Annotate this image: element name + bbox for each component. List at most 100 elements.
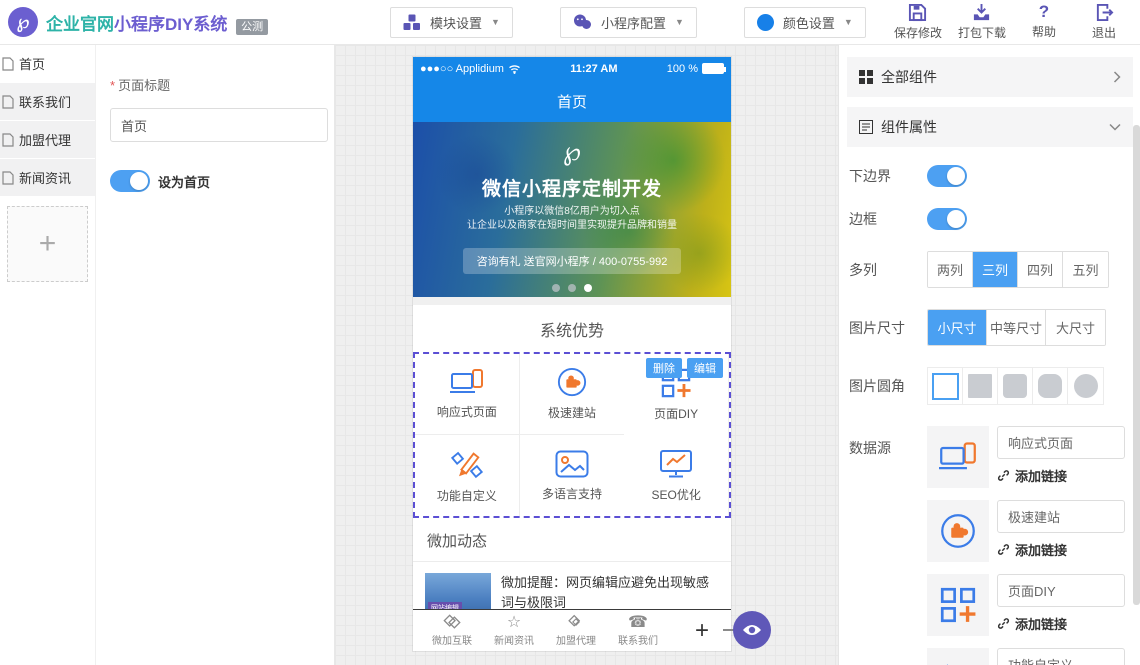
banner-subtitle-line2: 让企业以及商家在短时间里实现提升品牌和销量 <box>413 219 731 233</box>
columns-option-4[interactable]: 四列 <box>1018 252 1063 287</box>
all-components-header[interactable]: 全部组件 <box>847 57 1133 97</box>
advantage-grid-selected[interactable]: 删除 编辑 响应式页面 <box>413 352 731 518</box>
tab-weijia[interactable]: 微加互联 <box>421 614 483 647</box>
clock-label: 11:27 AM <box>570 63 617 75</box>
add-page-button[interactable]: + <box>7 206 88 282</box>
carousel-dot[interactable] <box>552 284 560 292</box>
pencil-icon <box>939 660 977 665</box>
columns-label: 多列 <box>849 260 927 280</box>
data-source-item: 添加链接 <box>927 648 1125 665</box>
columns-option-2[interactable]: 两列 <box>928 252 973 287</box>
carousel-dot-active[interactable] <box>584 284 592 292</box>
exit-button[interactable]: 退出 <box>1082 3 1126 41</box>
radius-option-none[interactable] <box>963 368 998 404</box>
tab-label: 加盟代理 <box>556 632 596 647</box>
section-gap <box>413 297 731 305</box>
selection-actions: 删除 编辑 <box>646 358 723 378</box>
set-home-toggle[interactable] <box>110 170 150 192</box>
image-radius-options <box>927 367 1104 405</box>
app-logo-icon: ℘ <box>8 7 38 37</box>
edit-component-button[interactable]: 编辑 <box>687 358 723 378</box>
bottom-border-label: 下边界 <box>849 166 927 186</box>
data-source-thumb[interactable] <box>927 574 989 636</box>
phone-nav-title: 首页 <box>557 91 587 112</box>
responsive-icon <box>939 442 977 473</box>
tab-contact[interactable]: ☎ 联系我们 <box>607 614 669 647</box>
battery-icon <box>702 63 724 74</box>
module-settings-button[interactable]: 模块设置 ▼ <box>390 7 513 38</box>
banner-logo-icon: ℘ <box>413 136 731 167</box>
chevron-right-icon <box>1113 71 1121 83</box>
exit-label: 退出 <box>1092 24 1116 41</box>
size-option-medium[interactable]: 中等尺寸 <box>987 310 1046 345</box>
page-title-input[interactable] <box>110 108 328 142</box>
responsive-icon <box>450 369 484 396</box>
size-option-small-selected[interactable]: 小尺寸 <box>928 310 987 345</box>
image-icon <box>555 450 589 478</box>
border-toggle[interactable] <box>927 208 967 230</box>
color-settings-button[interactable]: 颜色设置 ▼ <box>744 7 866 38</box>
miniprogram-config-button[interactable]: 小程序配置 ▼ <box>560 7 697 38</box>
sidebar-item-news[interactable]: 新闻资讯 <box>0 159 95 196</box>
add-tab-button[interactable]: + <box>695 617 709 645</box>
radius-option-small[interactable] <box>998 368 1033 404</box>
tab-news[interactable]: ☆ 新闻资讯 <box>483 614 545 647</box>
data-source-label: 数据源 <box>849 426 927 665</box>
puzzle-icon <box>940 513 976 549</box>
data-source-title-input[interactable] <box>997 648 1125 665</box>
app-title: 企业官网小程序DIY系统 公测 <box>46 10 268 35</box>
radius-option-square-selected[interactable] <box>928 368 963 404</box>
news-section-title: 微加动态 <box>413 518 731 562</box>
sidebar-item-agent[interactable]: 加盟代理 <box>0 121 95 158</box>
page-title-label: *页面标题 <box>110 75 320 94</box>
advantage-section: 系统优势 删除 编辑 响应式页面 <box>413 305 731 518</box>
sidebar-item-home[interactable]: 首页 <box>0 45 95 82</box>
grid-item-custom-function[interactable]: 功能自定义 <box>415 435 520 516</box>
link-icon <box>997 617 1010 630</box>
image-size-label: 图片尺寸 <box>849 318 927 338</box>
add-link-button[interactable]: 添加链接 <box>997 466 1125 485</box>
hero-banner[interactable]: ℘ 微信小程序定制开发 小程序以微信8亿用户为切入点 让企业以及商家在短时间里实… <box>413 122 731 297</box>
caret-down-icon: ▼ <box>675 17 684 27</box>
save-button[interactable]: 保存修改 <box>894 3 942 41</box>
grid-item-seo[interactable]: SEO优化 <box>624 435 729 516</box>
grid-item-multilang[interactable]: 多语言支持 <box>520 435 625 516</box>
download-button[interactable]: 打包下载 <box>958 3 1006 41</box>
bottom-border-toggle[interactable] <box>927 165 967 187</box>
sidebar-item-label: 加盟代理 <box>19 130 71 149</box>
data-source-thumb[interactable] <box>927 648 989 665</box>
grid-item-fast-build[interactable]: 极速建站 <box>520 354 625 435</box>
grid-item-responsive[interactable]: 响应式页面 <box>415 354 520 435</box>
cubes-icon <box>403 14 421 31</box>
columns-option-5[interactable]: 五列 <box>1063 252 1108 287</box>
data-source-title-input[interactable] <box>997 426 1125 459</box>
add-link-button[interactable]: 添加链接 <box>997 540 1125 559</box>
app-window: ℘ 企业官网小程序DIY系统 公测 模块设置 ▼ <box>0 0 1140 665</box>
sidebar-item-contact[interactable]: 联系我们 <box>0 83 95 120</box>
all-components-label: 全部组件 <box>881 67 937 87</box>
preview-button[interactable] <box>733 611 771 649</box>
image-radius-label: 图片圆角 <box>849 376 927 396</box>
size-option-large[interactable]: 大尺寸 <box>1046 310 1105 345</box>
toolbar-actions: 保存修改 打包下载 ? 帮助 退出 <box>894 3 1140 41</box>
help-button[interactable]: ? 帮助 <box>1022 3 1066 41</box>
help-icon: ? <box>1039 3 1049 21</box>
add-link-button[interactable]: 添加链接 <box>997 614 1125 633</box>
delete-component-button[interactable]: 删除 <box>646 358 682 378</box>
radius-option-circle[interactable] <box>1068 368 1103 404</box>
grid-item-label: 多语言支持 <box>542 485 602 502</box>
data-source-title-input[interactable] <box>997 500 1125 533</box>
phone-tab-bar: 微加互联 ☆ 新闻资讯 加盟代理 ☎ <box>413 609 731 651</box>
columns-option-3-selected[interactable]: 三列 <box>973 252 1018 287</box>
radius-option-large[interactable] <box>1033 368 1068 404</box>
tab-agent[interactable]: 加盟代理 <box>545 614 607 647</box>
component-props-header[interactable]: 组件属性 <box>847 107 1133 147</box>
data-source-thumb[interactable] <box>927 426 989 488</box>
tags-icon <box>443 614 462 631</box>
sidebar-item-label: 新闻资讯 <box>19 168 71 187</box>
data-source-thumb[interactable] <box>927 500 989 562</box>
carousel-dot[interactable] <box>568 284 576 292</box>
color-settings-label: 颜色设置 <box>783 13 835 32</box>
data-source-title-input[interactable] <box>997 574 1125 607</box>
panel-scrollbar[interactable] <box>1133 125 1140 605</box>
